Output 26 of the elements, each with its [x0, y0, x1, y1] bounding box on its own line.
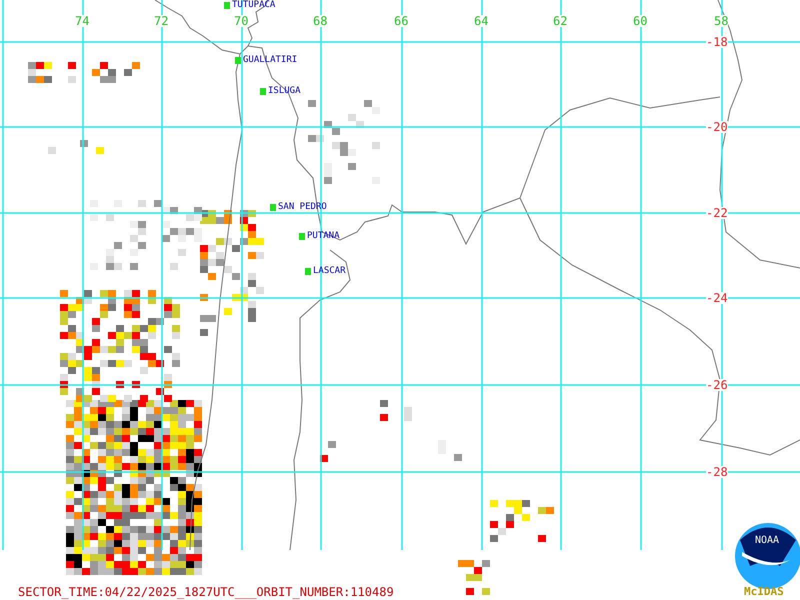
- latitude-label: -18: [706, 36, 728, 48]
- footer-text: SECTOR_TIME:04/22/2025_1827UTC___ORBIT_NUMBER:110489: [18, 586, 394, 598]
- volcano-name: ISLUGA: [268, 87, 301, 96]
- volcano-marker-icon: [305, 268, 311, 275]
- longitude-label: 72: [154, 15, 168, 27]
- longitude-label: 70: [234, 15, 248, 27]
- volcano-marker-icon: [270, 204, 276, 211]
- latitude-label: -24: [706, 292, 728, 304]
- longitude-label: 74: [75, 15, 90, 27]
- latitude-label: -22: [706, 207, 728, 219]
- volcano-marker-icon: [260, 88, 266, 95]
- volcano-marker-icon: [299, 233, 305, 240]
- volcano-marker-icon: [235, 57, 241, 64]
- volcano-marker-icon: [224, 2, 230, 9]
- longitude-label: 68: [313, 15, 328, 27]
- longitude-label: 64: [474, 15, 488, 27]
- volcano-name: GUALLATIRI: [243, 56, 298, 65]
- logo-text: NOAA: [755, 536, 780, 546]
- longitude-label: 66: [394, 15, 408, 27]
- latitude-label: -28: [706, 466, 728, 478]
- longitude-label: 58: [714, 15, 728, 27]
- logo-caption: McIDAS: [744, 586, 784, 597]
- longitude-label: 62: [553, 15, 568, 27]
- latitude-label: -20: [706, 121, 728, 133]
- longitude-label: 60: [633, 15, 648, 27]
- latitude-label: -26: [706, 379, 728, 391]
